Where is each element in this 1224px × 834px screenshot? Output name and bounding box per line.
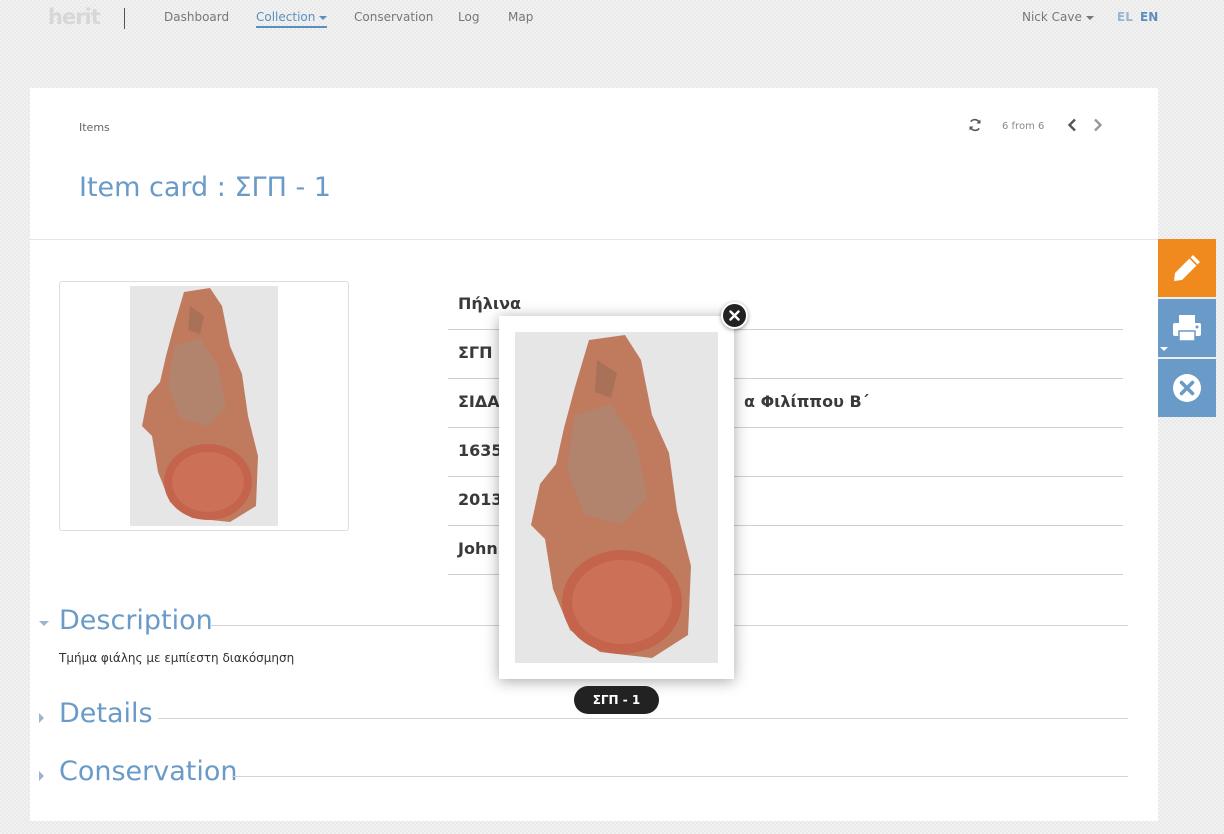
close-item-button[interactable] [1158, 359, 1216, 417]
top-navbar: herit Dashboard Collection Conservation … [0, 0, 1224, 36]
chevron-down-icon [1085, 15, 1094, 20]
lang-el[interactable]: EL [1117, 10, 1133, 24]
card-header: Items 6 from 6 Item card : ΣΓΠ - 1 [30, 88, 1158, 240]
field-value: 1635 [458, 441, 503, 460]
nav-dashboard[interactable]: Dashboard [164, 10, 229, 24]
description-text: Τμήμα φιάλης με εμπίεστη διακόσμηση [59, 651, 295, 665]
printer-icon [1173, 315, 1201, 342]
section-title: Conservation [59, 756, 238, 787]
user-menu[interactable]: Nick Cave [1022, 10, 1094, 24]
edit-button[interactable] [1158, 239, 1216, 297]
refresh-icon[interactable] [968, 118, 982, 132]
caret-down-icon [39, 621, 49, 626]
app-logo[interactable]: herit [48, 5, 101, 29]
pager-count: 6 from 6 [1002, 121, 1045, 132]
nav-collection[interactable]: Collection [256, 10, 328, 28]
item-photo [130, 286, 278, 526]
close-icon [729, 310, 740, 321]
page-title: Item card : ΣΓΠ - 1 [79, 172, 331, 203]
nav-map[interactable]: Map [508, 10, 533, 24]
nav-log[interactable]: Log [458, 10, 479, 24]
section-title: Details [59, 698, 153, 729]
user-name: Nick Cave [1022, 10, 1082, 24]
close-circle-icon [1173, 374, 1201, 402]
print-button[interactable] [1158, 299, 1216, 357]
caret-right-icon [39, 771, 44, 781]
chevron-down-icon [319, 15, 328, 20]
logo-divider [124, 8, 125, 29]
lightbox-caption: ΣΓΠ - 1 [574, 686, 659, 714]
field-value-tail: α Φιλίππου Β΄ [744, 392, 869, 411]
field-value: John [458, 539, 498, 558]
chevron-right-icon[interactable] [1092, 118, 1104, 132]
section-divider [232, 776, 1128, 777]
caret-right-icon [39, 713, 44, 723]
image-lightbox [499, 316, 734, 679]
section-divider [158, 718, 1128, 719]
lightbox-close-button[interactable] [721, 302, 748, 329]
field-value: Πήλινα [458, 294, 522, 313]
field-value: ΣΓΠ - [458, 343, 505, 362]
nav-conservation[interactable]: Conservation [354, 10, 433, 24]
nav-collection-label: Collection [256, 10, 316, 24]
pencil-icon [1174, 255, 1200, 281]
lang-en[interactable]: EN [1140, 10, 1158, 24]
breadcrumb[interactable]: Items [79, 121, 110, 134]
section-title: Description [59, 605, 213, 636]
chevron-left-icon[interactable] [1066, 118, 1078, 132]
chevron-down-icon [1160, 347, 1168, 351]
lightbox-photo [515, 332, 718, 663]
item-thumbnail[interactable] [59, 281, 349, 531]
